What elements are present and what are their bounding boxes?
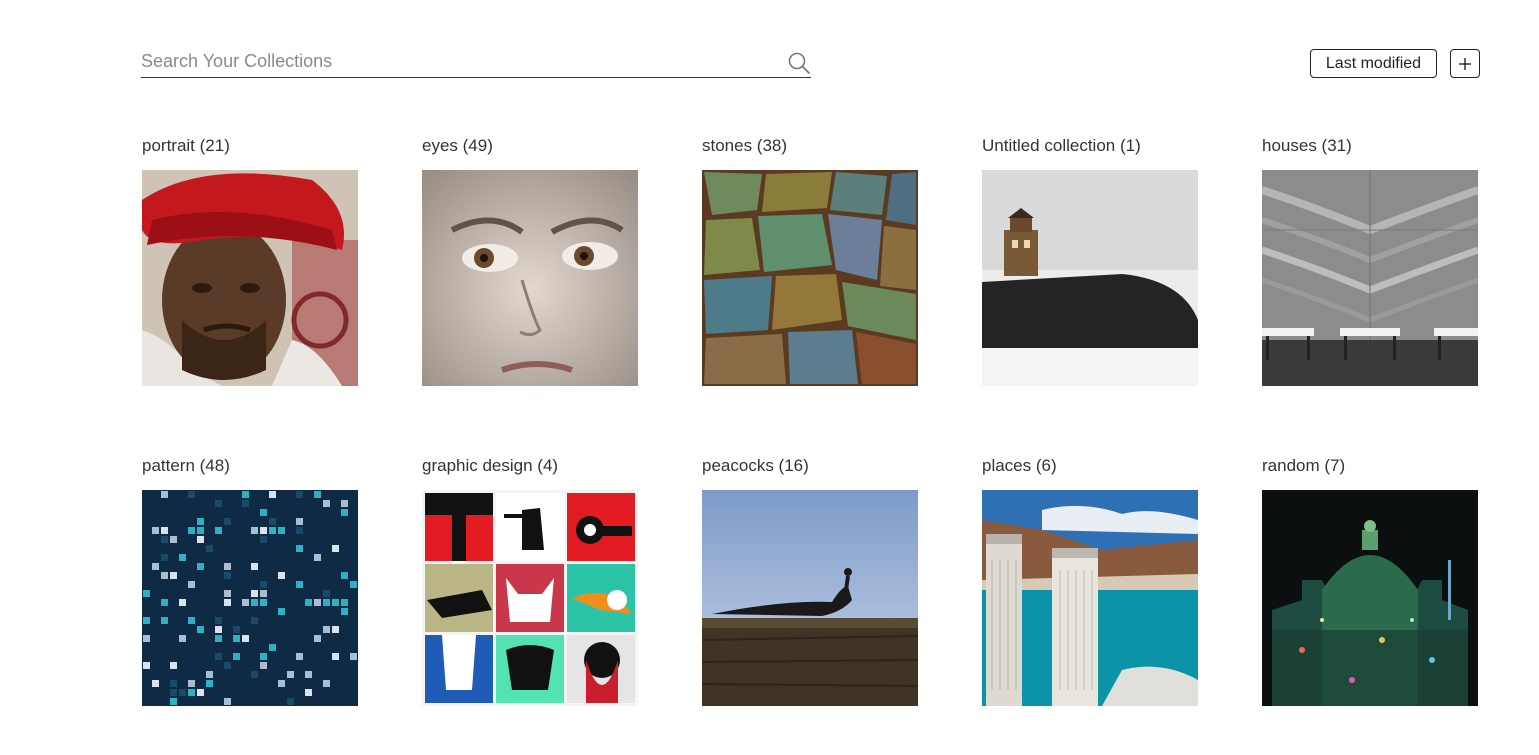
collection-card-untitled[interactable]: Untitled collection (1) bbox=[982, 134, 1198, 386]
collection-title[interactable]: pattern (48) bbox=[142, 454, 358, 478]
collection-thumbnail[interactable] bbox=[702, 170, 918, 386]
search-icon[interactable] bbox=[787, 51, 811, 75]
collection-thumbnail[interactable] bbox=[422, 170, 638, 386]
collection-thumbnail[interactable] bbox=[142, 490, 358, 706]
graphic-design-thumbnail-image bbox=[422, 490, 638, 706]
collection-thumbnail[interactable] bbox=[1262, 490, 1478, 706]
collection-card-random[interactable]: random (7) bbox=[1262, 454, 1478, 706]
houses-thumbnail-image bbox=[1262, 170, 1478, 386]
search-bar bbox=[141, 46, 811, 78]
collection-thumbnail[interactable] bbox=[702, 490, 918, 706]
collection-title[interactable]: houses (31) bbox=[1262, 134, 1478, 158]
peacocks-thumbnail-image bbox=[702, 490, 918, 706]
places-thumbnail-image bbox=[982, 490, 1198, 706]
add-collection-button[interactable] bbox=[1450, 49, 1480, 78]
collection-thumbnail[interactable] bbox=[982, 170, 1198, 386]
sort-button[interactable]: Last modified bbox=[1310, 49, 1437, 78]
collection-title[interactable]: portrait (21) bbox=[142, 134, 358, 158]
collection-title[interactable]: peacocks (16) bbox=[702, 454, 918, 478]
portrait-thumbnail-image bbox=[142, 170, 358, 386]
untitled-thumbnail-image bbox=[982, 170, 1198, 386]
collection-title[interactable]: random (7) bbox=[1262, 454, 1478, 478]
pattern-thumbnail-image bbox=[142, 490, 358, 706]
collections-grid: portrait (21) eyes (49) stones (38) Unti… bbox=[142, 134, 1478, 706]
collections-page: Last modified portrait (21) bbox=[0, 0, 1539, 755]
collection-card-eyes[interactable]: eyes (49) bbox=[422, 134, 638, 386]
collection-title[interactable]: places (6) bbox=[982, 454, 1198, 478]
random-thumbnail-image bbox=[1262, 490, 1478, 706]
collection-title[interactable]: stones (38) bbox=[702, 134, 918, 158]
collection-card-portrait[interactable]: portrait (21) bbox=[142, 134, 358, 386]
collection-title[interactable]: eyes (49) bbox=[422, 134, 638, 158]
collection-card-peacocks[interactable]: peacocks (16) bbox=[702, 454, 918, 706]
collection-thumbnail[interactable] bbox=[982, 490, 1198, 706]
collection-title[interactable]: graphic design (4) bbox=[422, 454, 638, 478]
collection-card-stones[interactable]: stones (38) bbox=[702, 134, 918, 386]
collection-title[interactable]: Untitled collection (1) bbox=[982, 134, 1198, 158]
search-input[interactable] bbox=[141, 46, 771, 76]
collection-thumbnail[interactable] bbox=[142, 170, 358, 386]
collection-thumbnail[interactable] bbox=[422, 490, 638, 706]
plus-icon bbox=[1459, 57, 1471, 70]
eyes-thumbnail-image bbox=[422, 170, 638, 386]
collection-card-houses[interactable]: houses (31) bbox=[1262, 134, 1478, 386]
collection-card-pattern[interactable]: pattern (48) bbox=[142, 454, 358, 706]
collection-card-graphic-design[interactable]: graphic design (4) bbox=[422, 454, 638, 706]
collection-card-places[interactable]: places (6) bbox=[982, 454, 1198, 706]
stones-thumbnail-image bbox=[702, 170, 918, 386]
collection-thumbnail[interactable] bbox=[1262, 170, 1478, 386]
